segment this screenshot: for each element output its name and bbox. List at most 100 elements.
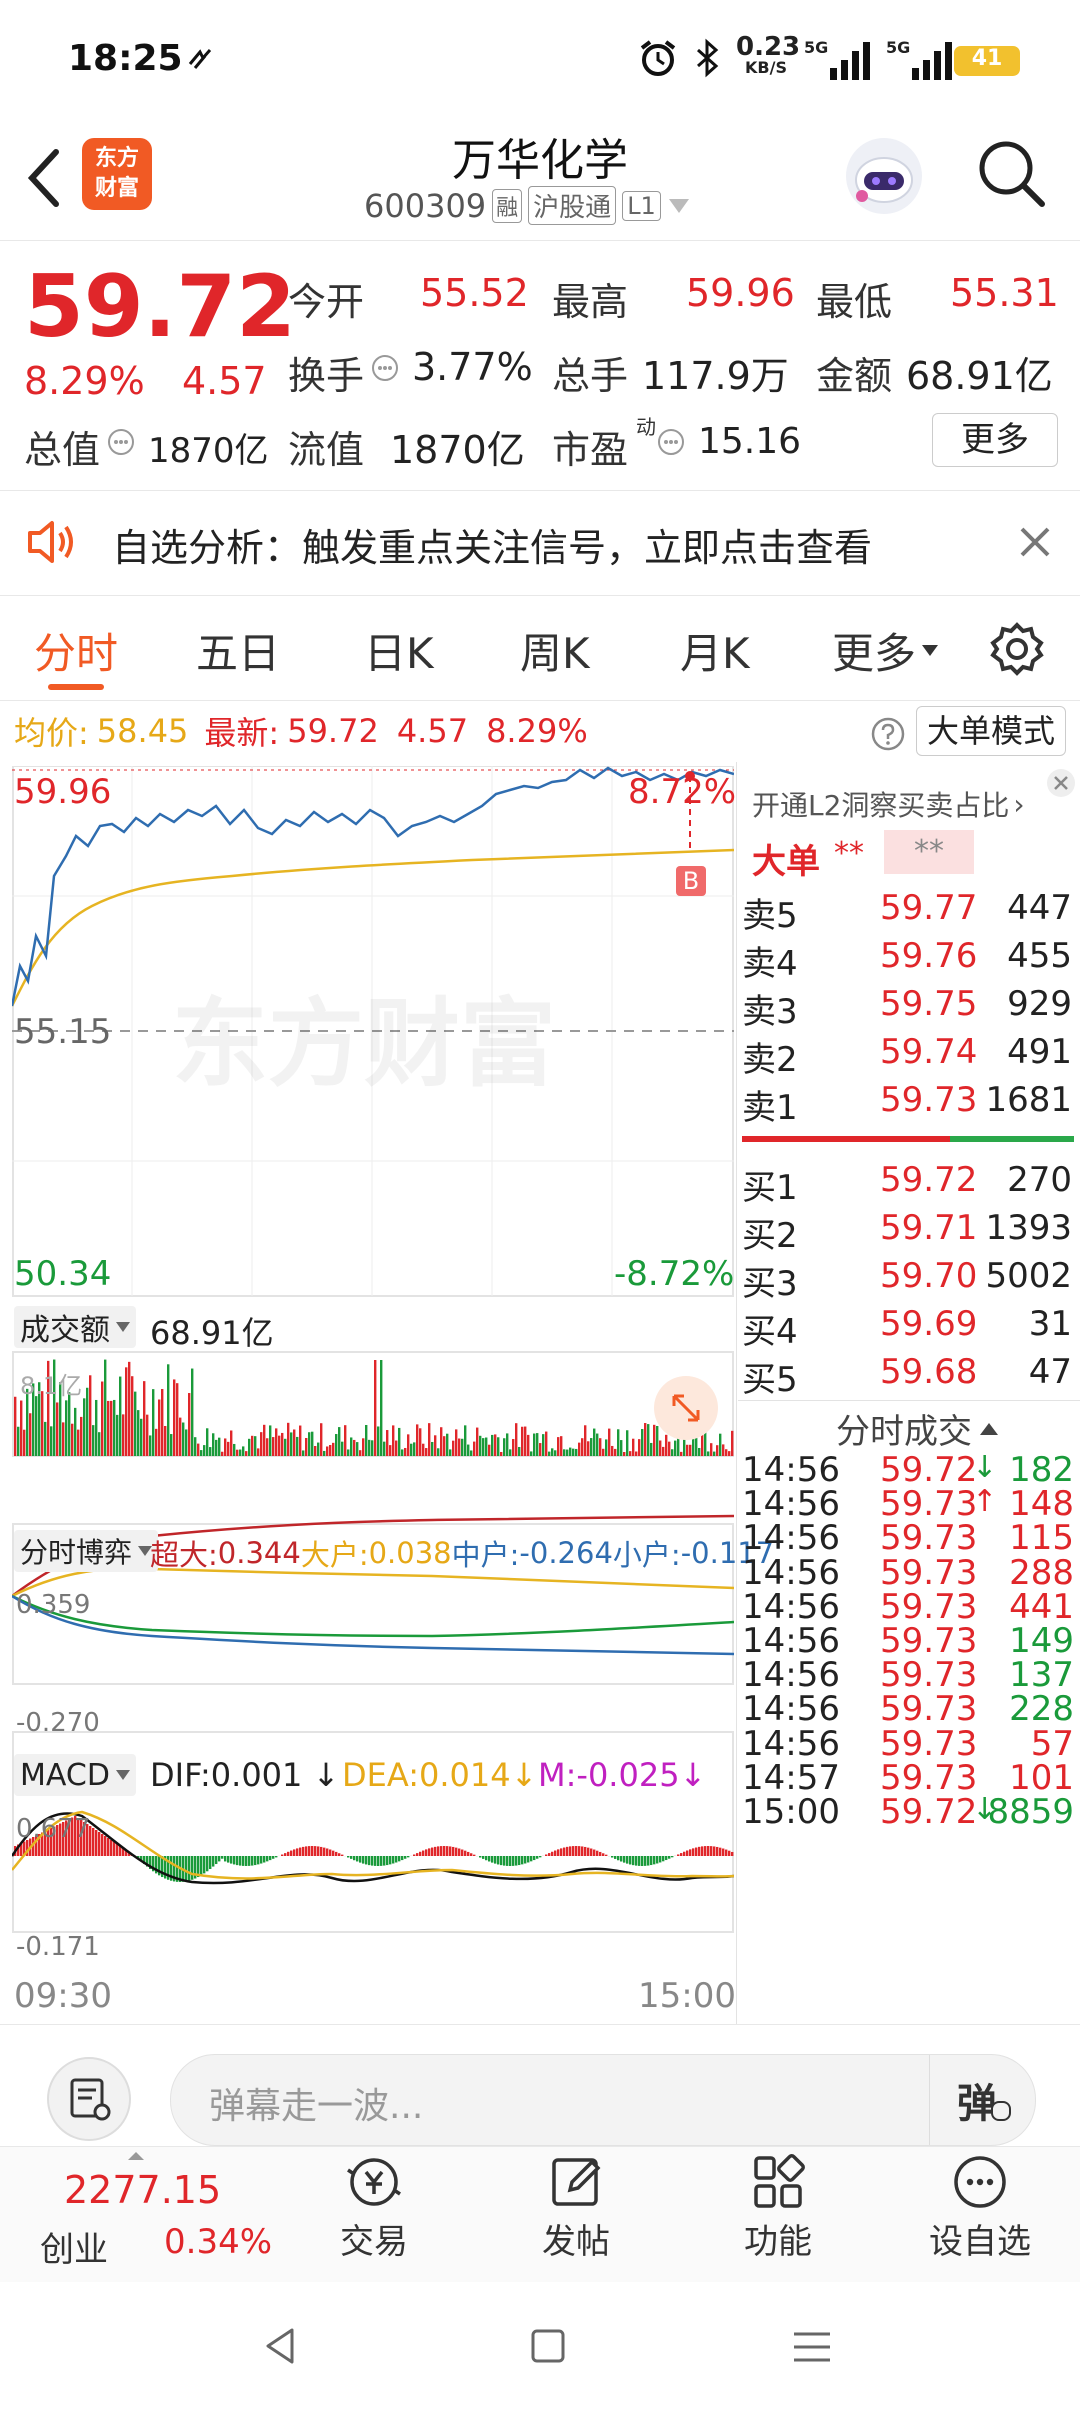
chart-area[interactable] [10, 765, 735, 2014]
l2-promo-close-icon[interactable] [1046, 768, 1076, 798]
functions-button[interactable]: 功能 [708, 2152, 848, 2263]
macd-bar [365, 1856, 368, 1865]
macd-bar [527, 1856, 530, 1863]
l2-promo[interactable]: 开通L2洞察买卖占比 › [752, 784, 1025, 824]
settings-gear-icon[interactable] [990, 622, 1044, 676]
ask-row[interactable]: 卖3 59.75 929 [742, 984, 1072, 1032]
big-order-mode-button[interactable]: 大单模式 [916, 706, 1066, 756]
post-button[interactable]: 发帖 [506, 2152, 646, 2263]
ticks-title[interactable]: 分时成交 [836, 1404, 998, 1453]
bid-row[interactable]: 买4 59.69 31 [742, 1304, 1072, 1352]
macd-bar [92, 1828, 95, 1856]
ask-row[interactable]: 卖2 59.74 491 [742, 1032, 1072, 1080]
trade-button[interactable]: 交易 [304, 2152, 444, 2263]
tick-volume: 228 [1009, 1689, 1074, 1729]
macd-bar [536, 1856, 539, 1859]
stock-subtitle[interactable]: 600309 融 沪股通 L1 [364, 186, 689, 225]
index-value[interactable]: 2277.15 [64, 2168, 221, 2212]
tab-five-day[interactable]: 五日 [196, 620, 280, 681]
search-icon[interactable] [976, 138, 1048, 210]
volume-bar [626, 1430, 629, 1456]
volume-bar [518, 1446, 521, 1456]
volume-bar [611, 1445, 614, 1456]
tick-arrow: ↓ [972, 1450, 998, 1485]
tab-daily-k[interactable]: 日K [364, 620, 434, 681]
macd-bar [422, 1850, 425, 1856]
help-icon[interactable] [870, 716, 906, 752]
macd-bar [338, 1853, 341, 1856]
volume-bar [524, 1426, 527, 1456]
nav-back-icon[interactable] [262, 2326, 298, 2366]
ask-row[interactable]: 卖4 59.76 455 [742, 936, 1072, 984]
nav-home-icon[interactable] [530, 2328, 566, 2364]
macd-bar [392, 1856, 395, 1864]
more-button[interactable]: 更多 [932, 413, 1058, 467]
tab-monthly-k[interactable]: 月K [680, 620, 750, 681]
notice-bar[interactable]: 自选分析：触发重点关注信号，立即点击查看 [0, 491, 1080, 595]
volume-bar [20, 1400, 23, 1456]
bid-row[interactable]: 买3 59.70 5002 [742, 1256, 1072, 1304]
macd-bar [98, 1832, 101, 1856]
volume-bar [554, 1450, 557, 1456]
ask-row[interactable]: 卖5 59.77 447 [742, 888, 1072, 936]
tab-weekly-k[interactable]: 周K [520, 620, 590, 681]
volume-bar [320, 1423, 323, 1456]
volume-bar [224, 1438, 227, 1456]
add-watchlist-button[interactable]: 设自选 [910, 2152, 1050, 2263]
back-icon[interactable] [24, 146, 64, 210]
volume-bar [233, 1443, 236, 1456]
macd-bar [116, 1844, 119, 1856]
volume-bar [284, 1438, 287, 1456]
pe-info-icon[interactable] [656, 427, 686, 457]
macd-bar [512, 1856, 515, 1866]
comment-settings-icon[interactable] [46, 2056, 132, 2142]
change-pct: 8.29% [24, 359, 145, 403]
tick-row[interactable]: 15:00 59.72 ↓ 8859 [742, 1792, 1074, 1844]
buy-marker[interactable]: B [676, 866, 706, 896]
macd-bar [104, 1836, 107, 1856]
assistant-robot-icon[interactable] [842, 134, 926, 218]
macd-bar [557, 1849, 560, 1856]
macd-bar [464, 1850, 467, 1856]
expand-icon[interactable] [652, 1374, 720, 1442]
volume-bar [602, 1448, 605, 1456]
volume-bar [149, 1435, 152, 1456]
signal-icon-1: 5G [804, 38, 874, 80]
macd-bar [509, 1856, 512, 1866]
ask-row[interactable]: 卖1 59.73 1681 [742, 1080, 1072, 1128]
tab-timeshare[interactable]: 分时 [34, 620, 118, 681]
fund-flow-selector[interactable]: 分时博弈 [14, 1530, 159, 1572]
index-name[interactable]: 创业 [40, 2222, 108, 2271]
volume-bar [248, 1438, 251, 1456]
macd-bar [467, 1851, 470, 1856]
app-logo[interactable]: 东方 财富 [82, 138, 152, 210]
volume-bar [302, 1450, 305, 1456]
comment-input[interactable]: 弹幕走一波... 弹 [170, 2054, 1036, 2146]
volume-bar [623, 1451, 626, 1456]
danmu-button[interactable]: 弹 [957, 2071, 997, 2129]
macd-bar [590, 1848, 593, 1856]
macd-bar [209, 1856, 212, 1869]
nav-menu-icon[interactable] [792, 2330, 832, 2364]
mktcap-info-icon[interactable] [106, 427, 136, 457]
bid-row[interactable]: 买1 59.72 270 [742, 1160, 1072, 1208]
battery-icon: 41 [954, 46, 1020, 76]
float-label: 流值 [288, 428, 365, 472]
macd-selector[interactable]: MACD [14, 1754, 136, 1796]
macd-bar [293, 1849, 296, 1856]
bid-row[interactable]: 买5 59.68 47 [742, 1352, 1072, 1400]
bid-row[interactable]: 买2 59.71 1393 [742, 1208, 1072, 1256]
volume-bar [605, 1439, 608, 1456]
index-pct[interactable]: 0.34% [164, 2222, 272, 2262]
volume-bar [578, 1442, 581, 1456]
volume-bar [86, 1387, 89, 1456]
turnover-info-icon[interactable] [370, 353, 400, 383]
macd-bar [191, 1856, 194, 1880]
tab-more[interactable]: 更多 [832, 620, 939, 681]
volume-bar [251, 1435, 254, 1456]
volume-selector[interactable]: 成交额 [14, 1306, 136, 1348]
volume-bar [104, 1359, 107, 1456]
macd-bar [275, 1856, 278, 1858]
close-icon[interactable] [1018, 525, 1052, 559]
macd-bar [290, 1850, 293, 1856]
